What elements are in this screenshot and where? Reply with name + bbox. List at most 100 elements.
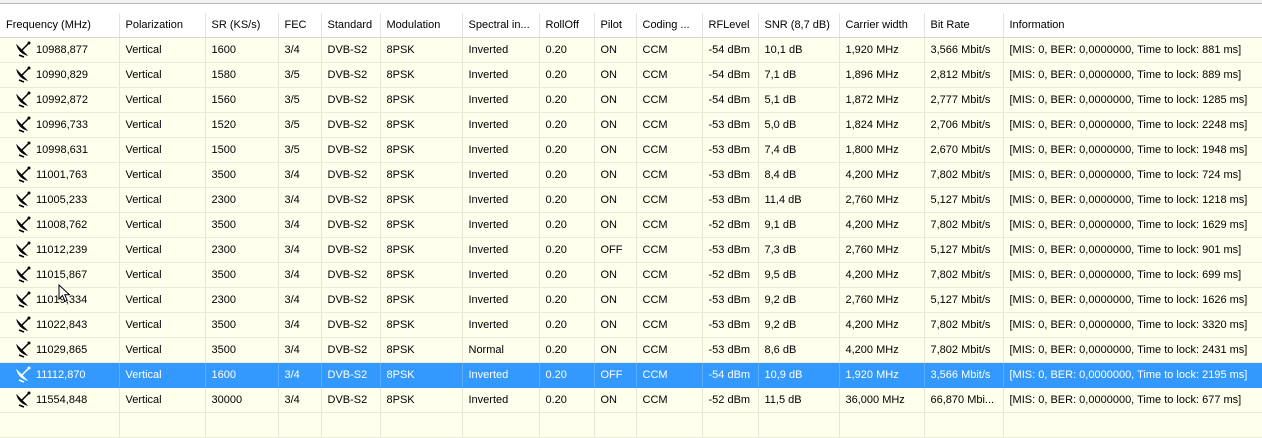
cell-bit-rate: 5,127 Mbit/s [924,237,1004,263]
cell-spectral-inversion: Inverted [462,312,540,338]
cell-standard: DVB-S2 [321,162,381,188]
cell-carrier-width: 1,872 MHz [839,87,925,113]
cell-rolloff: 0.20 [539,62,595,88]
column-header-symbol-rate[interactable]: SR (KS/s) [205,13,279,38]
cell-snr: 10,1 dB [758,37,840,63]
table-row[interactable]: 11029,865 Vertical 3500 3/4 DVB-S2 8PSK Normal… [0,337,1262,363]
cell-information: [MIS: 0, BER: 0,0000000, Time to lock: 2… [1003,112,1262,138]
cell-rflevel: -52 dBm [702,212,759,238]
table-row[interactable]: 11112,870 Vertical 1600 3/4 DVB-S2 8PSK Invert… [0,362,1262,388]
cell-standard: DVB-S2 [321,362,381,388]
empty-cell [278,412,322,438]
empty-cell [321,412,381,438]
cell-symbol-rate: 1500 [205,137,279,163]
cell-coding: CCM [636,237,703,263]
table-row[interactable]: 11012,239 Vertical 2300 3/4 DVB-S2 8PSK Invert… [0,237,1262,263]
table-row[interactable]: 10992,872 Vertical 1560 3/5 DVB-S2 8PSK Invert… [0,87,1262,113]
cell-standard: DVB-S2 [321,37,381,63]
cell-symbol-rate: 3500 [205,262,279,288]
cell-snr: 10,9 dB [758,362,840,388]
cell-fec: 3/5 [278,112,322,138]
column-header-snr[interactable]: SNR (8,7 dB) [758,13,840,38]
satellite-dish-icon [14,340,32,358]
column-header-coding[interactable]: Coding ... [636,13,703,38]
column-header-polarization[interactable]: Polarization [119,13,206,38]
cell-pilot: ON [594,162,637,188]
cell-polarization: Vertical [119,137,206,163]
cell-snr: 8,6 dB [758,337,840,363]
cell-frequency: 11008,762 [0,212,120,238]
cell-spectral-inversion: Inverted [462,87,540,113]
column-header-rflevel[interactable]: RFLevel [702,13,759,38]
cell-symbol-rate: 1560 [205,87,279,113]
cell-rflevel: -52 dBm [702,262,759,288]
table-row[interactable]: 10988,877 Vertical 1600 3/4 DVB-S2 8PSK Invert… [0,37,1262,63]
cell-pilot: ON [594,87,637,113]
transponder-table: Frequency (MHz) Polarization SR (KS/s) F… [0,13,1262,438]
cell-snr: 9,5 dB [758,262,840,288]
column-header-frequency[interactable]: Frequency (MHz) [0,13,120,38]
cell-bit-rate: 5,127 Mbit/s [924,287,1004,313]
table-row[interactable]: 10998,631 Vertical 1500 3/5 DVB-S2 8PSK Invert… [0,137,1262,163]
cell-symbol-rate: 2300 [205,187,279,213]
cell-rolloff: 0.20 [539,287,595,313]
cell-modulation: 8PSK [380,112,463,138]
table-row[interactable]: 11005,233 Vertical 2300 3/4 DVB-S2 8PSK Invert… [0,187,1262,213]
cell-pilot: ON [594,312,637,338]
cell-information: [MIS: 0, BER: 0,0000000, Time to lock: 1… [1003,137,1262,163]
cell-fec: 3/4 [278,212,322,238]
cell-symbol-rate: 2300 [205,237,279,263]
cell-frequency: 10992,872 [0,87,120,113]
cell-pilot: ON [594,62,637,88]
column-header-pilot[interactable]: Pilot [594,13,637,38]
table-row[interactable]: 11022,843 Vertical 3500 3/4 DVB-S2 8PSK Invert… [0,312,1262,338]
cell-rflevel: -53 dBm [702,237,759,263]
satellite-dish-icon [14,165,32,183]
cell-bit-rate: 2,777 Mbit/s [924,87,1004,113]
cell-carrier-width: 36,000 MHz [839,387,925,413]
column-header-standard[interactable]: Standard [321,13,381,38]
cell-frequency: 11005,233 [0,187,120,213]
column-header-spectral-inversion[interactable]: Spectral in... [462,13,540,38]
cell-rolloff: 0.20 [539,362,595,388]
table-row[interactable]: 11015,867 Vertical 3500 3/4 DVB-S2 8PSK Invert… [0,262,1262,288]
column-header-carrier-width[interactable]: Carrier width [839,13,925,38]
cell-coding: CCM [636,312,703,338]
column-header-rolloff[interactable]: RollOff [539,13,595,38]
cell-rflevel: -53 dBm [702,162,759,188]
column-header-modulation[interactable]: Modulation [380,13,463,38]
table-row[interactable]: 10996,733 Vertical 1520 3/5 DVB-S2 8PSK Invert… [0,112,1262,138]
cell-carrier-width: 1,920 MHz [839,362,925,388]
column-header-information[interactable]: Information [1003,13,1262,38]
top-separator [0,0,1262,4]
frequency-value: 11015,867 [36,268,88,281]
cell-polarization: Vertical [119,112,206,138]
table-row[interactable]: 11019,334 Vertical 2300 3/4 DVB-S2 8PSK Invert… [0,287,1262,313]
cell-bit-rate: 2,706 Mbit/s [924,112,1004,138]
cell-polarization: Vertical [119,237,206,263]
table-row[interactable]: 11008,762 Vertical 3500 3/4 DVB-S2 8PSK Invert… [0,212,1262,238]
cell-symbol-rate: 1600 [205,37,279,63]
cell-standard: DVB-S2 [321,287,381,313]
cell-spectral-inversion: Inverted [462,237,540,263]
cell-spectral-inversion: Normal [462,337,540,363]
cell-rflevel: -53 dBm [702,112,759,138]
satellite-dish-icon [14,215,32,233]
table-row[interactable]: 11554,848 Vertical 30000 3/4 DVB-S2 8PSK Inver… [0,387,1262,413]
cell-frequency: 11015,867 [0,262,120,288]
column-header-bit-rate[interactable]: Bit Rate [924,13,1004,38]
satellite-dish-icon [14,240,32,258]
cell-carrier-width: 4,200 MHz [839,212,925,238]
cell-bit-rate: 7,802 Mbit/s [924,312,1004,338]
cell-frequency: 10996,733 [0,112,120,138]
cell-modulation: 8PSK [380,62,463,88]
cell-fec: 3/4 [278,337,322,363]
cell-modulation: 8PSK [380,237,463,263]
column-header-fec[interactable]: FEC [278,13,322,38]
empty-cell [758,412,840,438]
empty-cell [1003,412,1262,438]
table-row[interactable]: 10990,829 Vertical 1580 3/5 DVB-S2 8PSK Invert… [0,62,1262,88]
table-row[interactable]: 11001,763 Vertical 3500 3/4 DVB-S2 8PSK Invert… [0,162,1262,188]
cell-rolloff: 0.20 [539,187,595,213]
cell-frequency: 11022,843 [0,312,120,338]
